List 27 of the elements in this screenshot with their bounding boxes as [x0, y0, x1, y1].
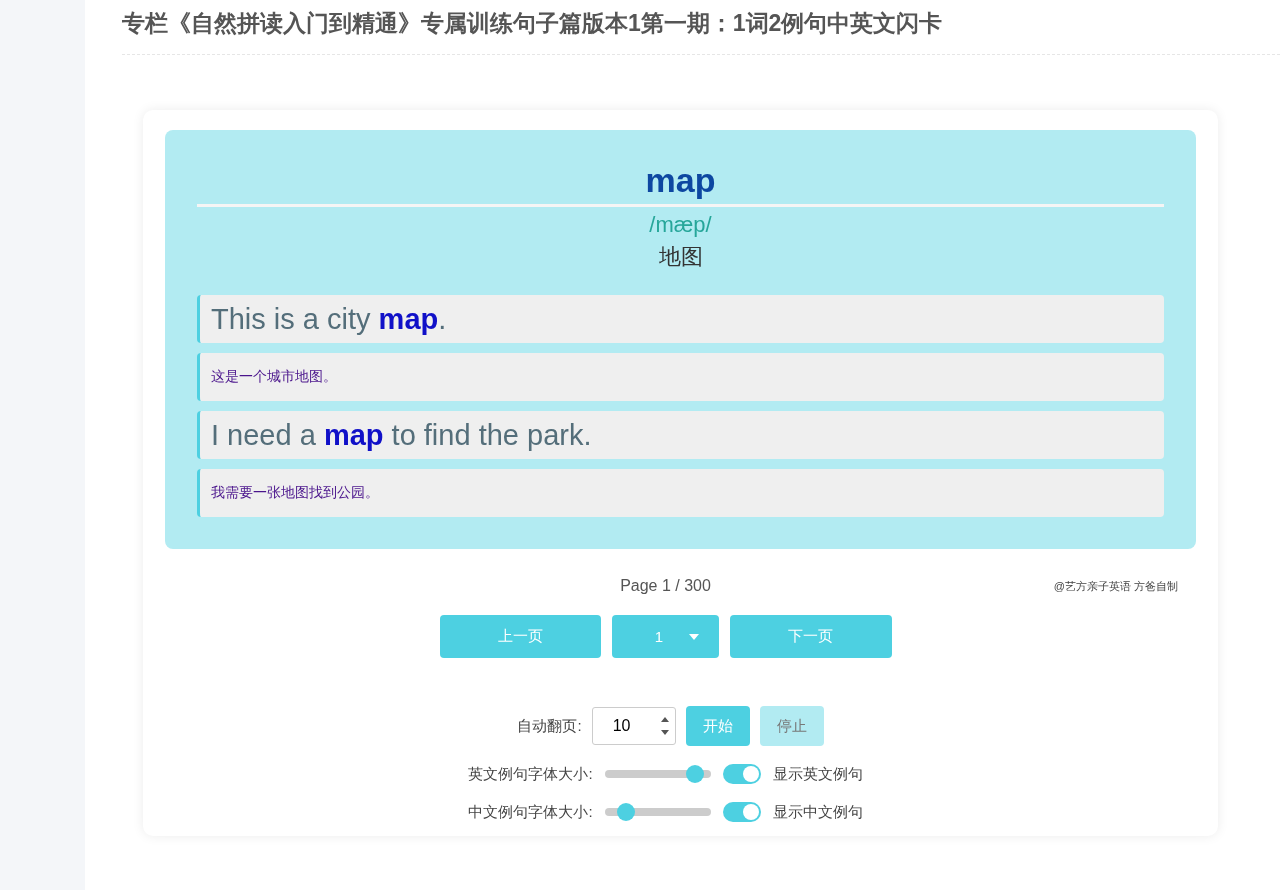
- english-sentence: This is a city map.: [211, 302, 447, 336]
- page-indicator: Page 1 / 300: [620, 577, 711, 596]
- page-title: 专栏《自然拼读入门到精通》专属训练句子篇版本1第一期：1词2例句中英文闪卡: [122, 9, 944, 38]
- toggle-label: 显示英文例句: [772, 764, 863, 784]
- english-sentence: I need a map to find the park.: [211, 418, 592, 452]
- auto-flip-label: 自动翻页:: [517, 716, 582, 736]
- font-size-slider[interactable]: [604, 765, 711, 783]
- font-size-slider[interactable]: [604, 803, 711, 821]
- page-select[interactable]: 1: [611, 615, 719, 658]
- next-page-button[interactable]: 下一页: [729, 615, 892, 658]
- credit-text: @艺方亲子英语 方爸自制: [1053, 579, 1178, 594]
- phonetic: /mæp/: [649, 211, 712, 239]
- previous-page-button[interactable]: 上一页: [439, 615, 601, 658]
- slider-thumb[interactable]: [685, 765, 704, 783]
- word-heading: map: [197, 160, 1164, 207]
- toggle-switch[interactable]: [722, 764, 761, 784]
- chinese-sentence: 我需要一张地图找到公园。: [211, 484, 379, 502]
- font-size-label: 中文例句字体大小:: [468, 802, 593, 822]
- interval-input[interactable]: 10: [591, 707, 676, 745]
- word-meaning: 地图: [658, 243, 703, 271]
- toggle-label: 显示中文例句: [772, 802, 863, 822]
- toggle-switch[interactable]: [722, 802, 761, 822]
- font-size-label: 英文例句字体大小:: [468, 764, 593, 784]
- caret-icon: [689, 633, 700, 640]
- chinese-sentence: 这是一个城市地图。: [211, 368, 337, 386]
- start-button[interactable]: 开始: [685, 706, 750, 746]
- slider-thumb[interactable]: [616, 803, 635, 821]
